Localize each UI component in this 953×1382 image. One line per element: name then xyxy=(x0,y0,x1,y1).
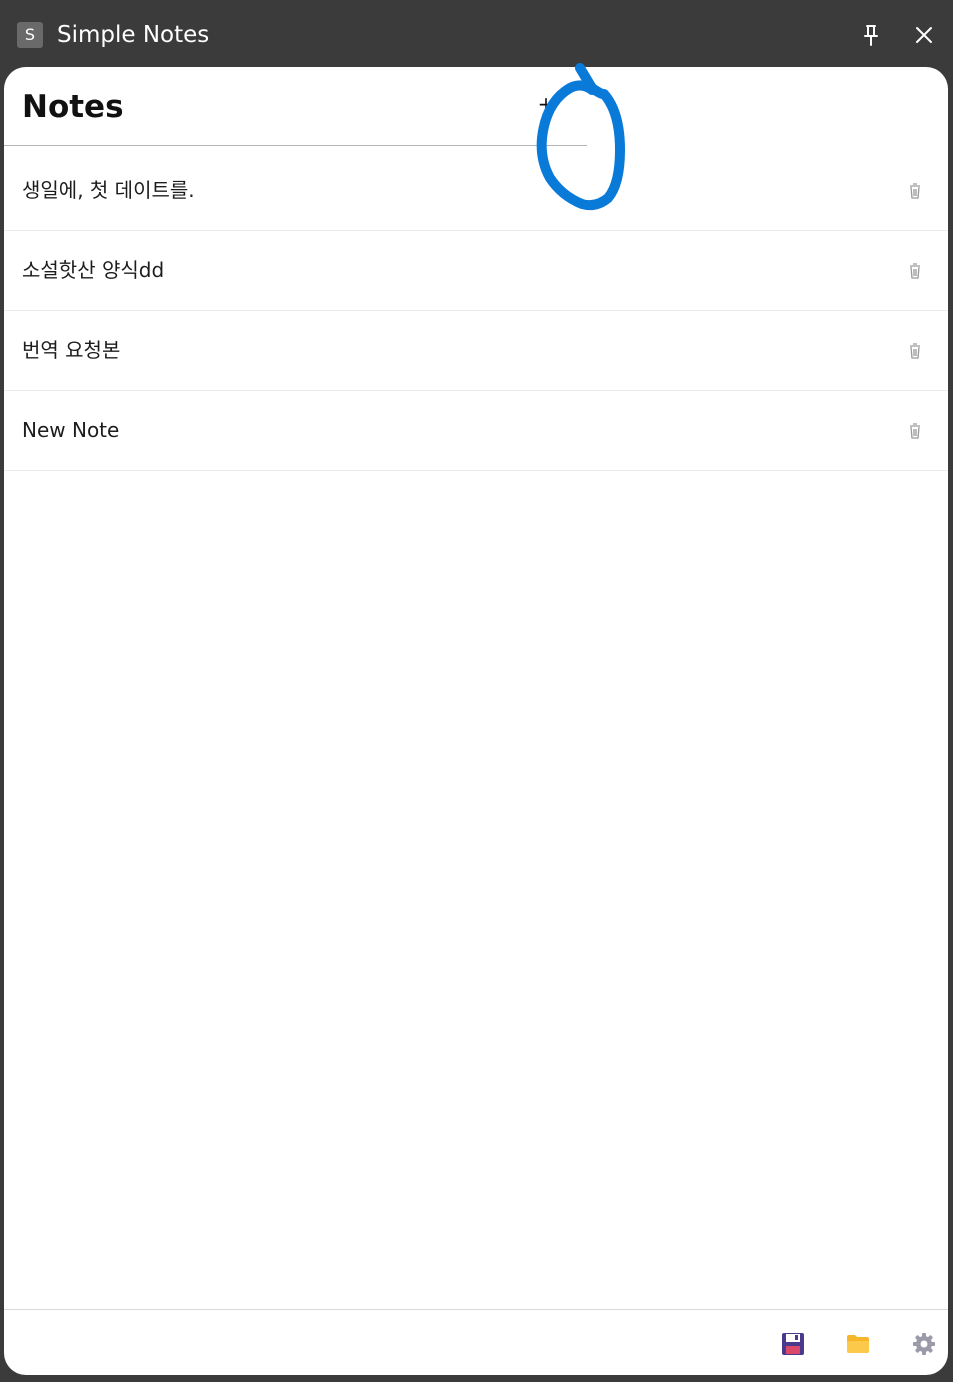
notes-window: Notes + 생일에, 첫 데이트를. 소설핫산 양식dd 번역 요청본 Ne… xyxy=(4,67,948,1375)
note-item[interactable]: 생일에, 첫 데이트를. xyxy=(4,151,948,231)
save-button[interactable] xyxy=(779,1330,807,1358)
header-divider xyxy=(4,145,587,146)
delete-note-button[interactable] xyxy=(907,421,923,441)
delete-note-button[interactable] xyxy=(907,341,923,361)
close-button[interactable] xyxy=(907,18,941,52)
note-title: 소설핫산 양식dd xyxy=(22,258,165,282)
add-note-button[interactable]: + xyxy=(536,91,556,117)
notes-header: Notes + xyxy=(4,67,948,147)
trash-icon xyxy=(910,183,920,199)
page-title: Notes xyxy=(22,89,124,125)
save-icon xyxy=(782,1333,804,1355)
title-bar: S Simple Notes xyxy=(0,0,953,68)
settings-button[interactable] xyxy=(910,1330,938,1358)
note-item[interactable]: 소설핫산 양식dd xyxy=(4,231,948,311)
close-icon xyxy=(916,27,932,43)
pin-icon xyxy=(864,25,878,46)
note-title: 번역 요청본 xyxy=(22,338,121,362)
app-icon: S xyxy=(17,22,43,48)
pin-button[interactable] xyxy=(854,18,888,52)
folder-icon xyxy=(847,1335,869,1353)
gear-icon xyxy=(913,1333,935,1355)
open-folder-button[interactable] xyxy=(844,1330,872,1358)
note-title: 생일에, 첫 데이트를. xyxy=(22,178,195,202)
trash-icon xyxy=(910,423,920,439)
note-item[interactable]: New Note xyxy=(4,391,948,471)
note-item[interactable]: 번역 요청본 xyxy=(4,311,948,391)
window-title: Simple Notes xyxy=(57,22,210,48)
trash-icon xyxy=(910,343,920,359)
footer-toolbar xyxy=(4,1309,948,1375)
trash-icon xyxy=(910,263,920,279)
note-title: New Note xyxy=(22,418,120,442)
note-list: 생일에, 첫 데이트를. 소설핫산 양식dd 번역 요청본 New Note xyxy=(4,151,948,471)
delete-note-button[interactable] xyxy=(907,181,923,201)
delete-note-button[interactable] xyxy=(907,261,923,281)
